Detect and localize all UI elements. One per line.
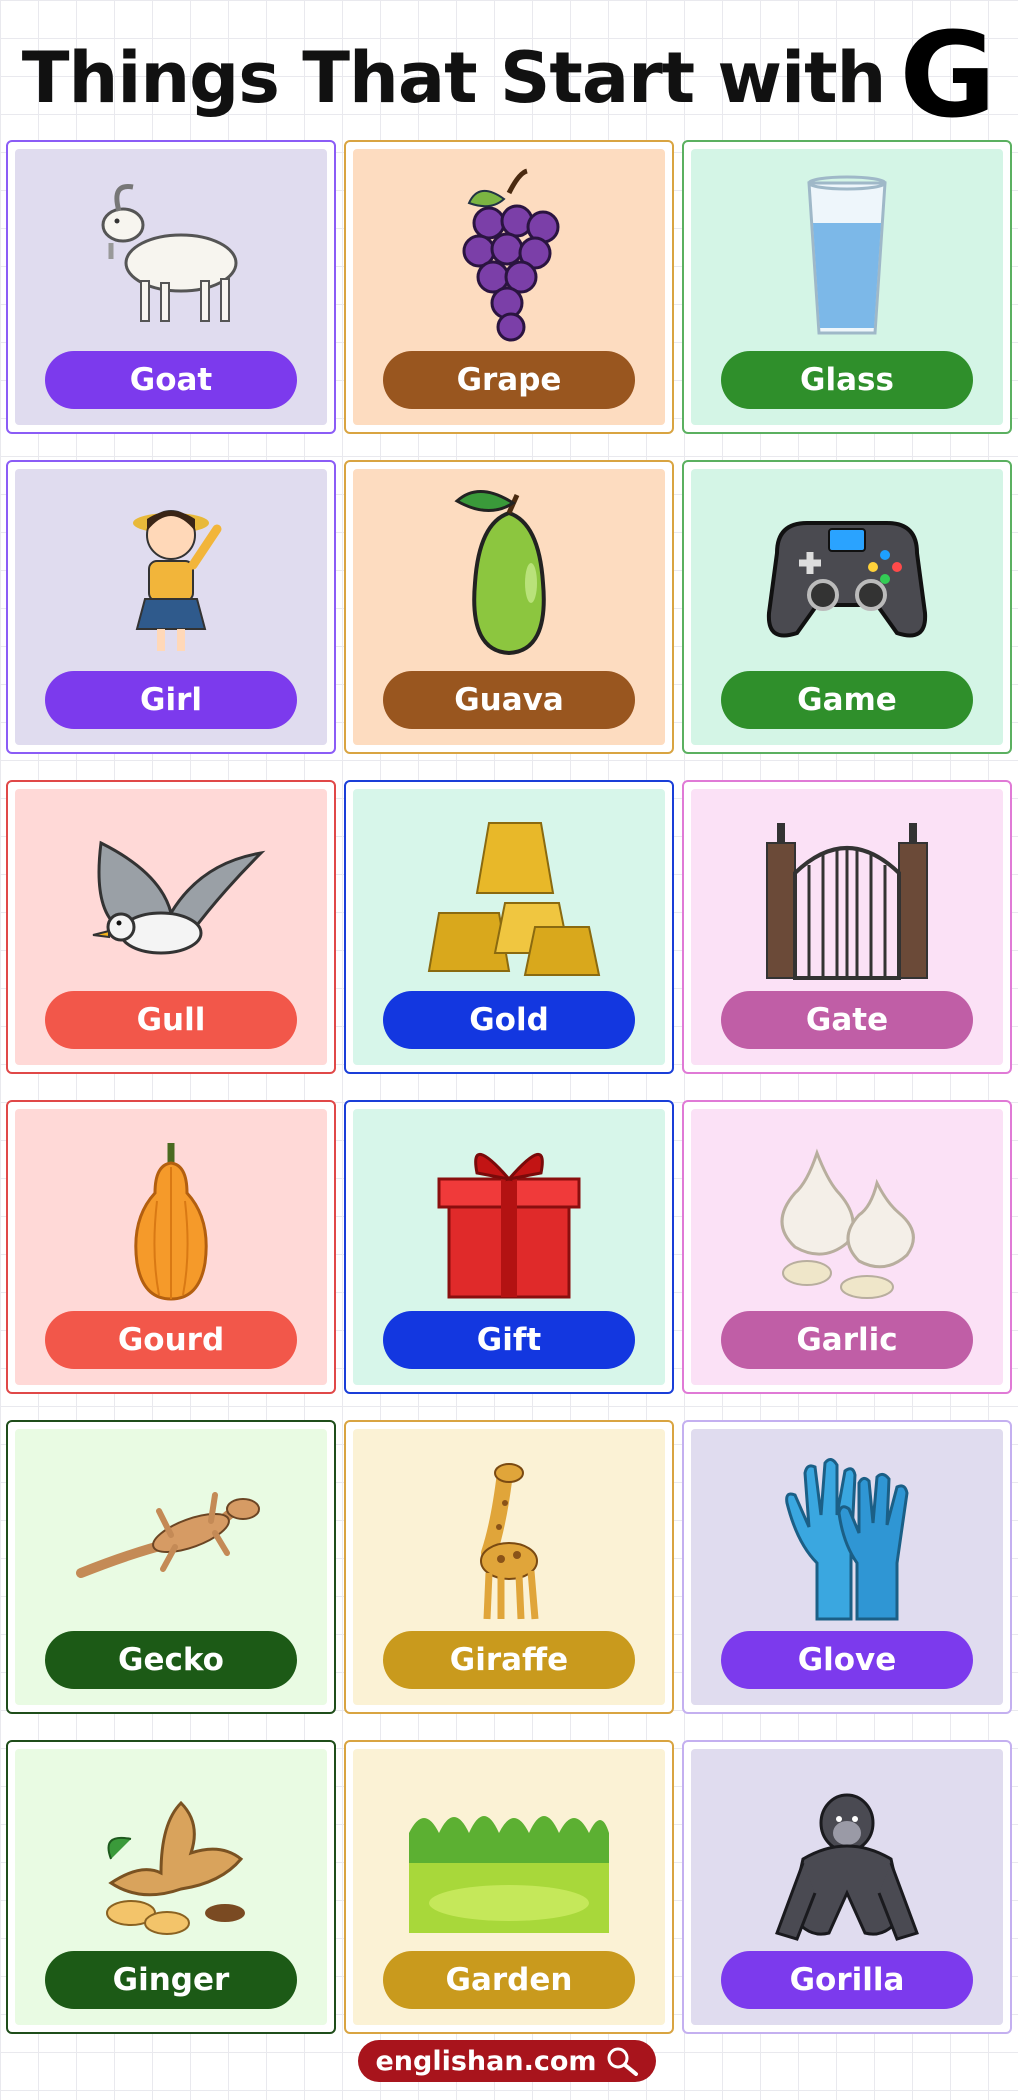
word-label: Gate (721, 991, 973, 1049)
word-card: Giraffe (344, 1420, 674, 1714)
word-card: Girl (6, 460, 336, 754)
word-label: Gull (45, 991, 297, 1049)
card-panel: Girl (15, 469, 327, 745)
guava-icon (353, 477, 665, 669)
title-text: Things That Start with (21, 37, 887, 119)
word-card: Glass (682, 140, 1012, 434)
word-card: Gift (344, 1100, 674, 1394)
card-panel: Gorilla (691, 1749, 1003, 2025)
card-panel: Gecko (15, 1429, 327, 1705)
card-panel: Gift (353, 1109, 665, 1385)
word-label: Grape (383, 351, 635, 409)
word-label: Glove (721, 1631, 973, 1689)
word-card: Gate (682, 780, 1012, 1074)
card-panel: Glove (691, 1429, 1003, 1705)
word-card: Garden (344, 1740, 674, 2034)
word-card: Glove (682, 1420, 1012, 1714)
gourd-icon (15, 1117, 327, 1309)
word-label: Ginger (45, 1951, 297, 2009)
card-panel: Garden (353, 1749, 665, 2025)
word-label: Game (721, 671, 973, 729)
word-label: Gold (383, 991, 635, 1049)
word-card: Guava (344, 460, 674, 754)
gold-bars-icon (353, 797, 665, 989)
ginger-icon (15, 1757, 327, 1949)
garden-icon (353, 1757, 665, 1949)
word-card: Gecko (6, 1420, 336, 1714)
word-card: Gold (344, 780, 674, 1074)
card-panel: Gourd (15, 1109, 327, 1385)
word-label: Garden (383, 1951, 635, 2009)
glove-icon (691, 1437, 1003, 1629)
card-panel: Game (691, 469, 1003, 745)
card-panel: Glass (691, 149, 1003, 425)
gull-icon (15, 797, 327, 989)
card-panel: Guava (353, 469, 665, 745)
site-name[interactable]: englishan.com (375, 2046, 596, 2077)
word-card: Gorilla (682, 1740, 1012, 2034)
word-label: Gourd (45, 1311, 297, 1369)
girl-icon (15, 477, 327, 669)
word-card: Game (682, 460, 1012, 754)
word-card: Gull (6, 780, 336, 1074)
card-panel: Gate (691, 789, 1003, 1065)
gate-icon (691, 797, 1003, 989)
word-label: Gorilla (721, 1951, 973, 2009)
gecko-icon (15, 1437, 327, 1629)
word-label: Gecko (45, 1631, 297, 1689)
card-panel: Giraffe (353, 1429, 665, 1705)
word-label: Guava (383, 671, 635, 729)
grape-icon (353, 157, 665, 349)
card-panel: Gull (15, 789, 327, 1065)
gift-icon (353, 1117, 665, 1309)
word-card: Goat (6, 140, 336, 434)
gorilla-icon (691, 1757, 1003, 1949)
word-label: Garlic (721, 1311, 973, 1369)
word-card: Grape (344, 140, 674, 434)
word-label: Gift (383, 1311, 635, 1369)
page-title: Things That Start with G (0, 6, 1018, 144)
word-label: Goat (45, 351, 297, 409)
card-panel: Ginger (15, 1749, 327, 2025)
garlic-icon (691, 1117, 1003, 1309)
card-panel: Gold (353, 789, 665, 1065)
card-panel: Goat (15, 149, 327, 425)
word-label: Glass (721, 351, 973, 409)
goat-icon (15, 157, 327, 349)
word-card-grid: Goat Grape Glass Girl Guava Game Gull Gold Gate G… (6, 140, 1012, 2034)
word-card: Gourd (6, 1100, 336, 1394)
word-card: Ginger (6, 1740, 336, 2034)
card-panel: Garlic (691, 1109, 1003, 1385)
word-card: Garlic (682, 1100, 1012, 1394)
glass-icon (691, 157, 1003, 349)
title-letter: G (899, 6, 997, 144)
giraffe-icon (353, 1437, 665, 1629)
search-icon (607, 2047, 638, 2076)
gamepad-icon (691, 477, 1003, 669)
card-panel: Grape (353, 149, 665, 425)
word-label: Girl (45, 671, 297, 729)
word-label: Giraffe (383, 1631, 635, 1689)
site-badge[interactable]: englishan.com (358, 2040, 656, 2082)
